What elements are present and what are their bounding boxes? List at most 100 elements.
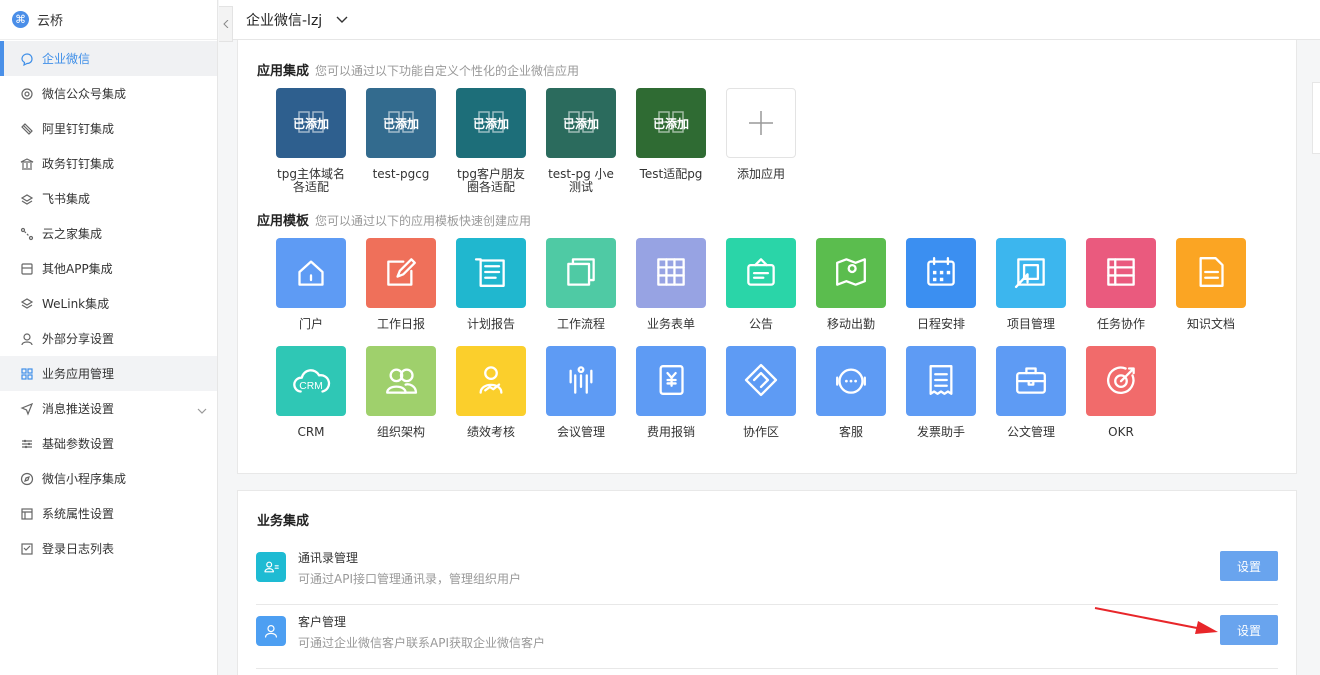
template-tile[interactable]: 业务表单 [636,238,706,331]
template-tile[interactable]: 组织架构 [366,346,436,439]
app-thumbnail: 已添加 [456,88,526,158]
added-badge: 已添加 [562,117,599,131]
template-tile[interactable]: 任务协作 [1086,238,1156,331]
template-tile[interactable]: 知识文档 [1176,238,1246,331]
add-app-tile[interactable]: 添加应用 [726,88,796,181]
template-icon-box [636,346,706,416]
sidebar-item[interactable]: 系统属性设置 [0,496,217,531]
template-icon-box [546,346,616,416]
project-icon [1008,249,1054,298]
apps-panel: 应用集成 您可以通过以下功能自定义个性化的企业微信应用 已添加 tpg主体域名各适配… [237,40,1297,474]
annotation-arrow-icon [1094,607,1218,634]
add-app-button[interactable] [726,88,796,158]
plus-icon [749,111,773,135]
app-integration-subtitle: 您可以通过以下功能自定义个性化的企业微信应用 [315,64,580,78]
sidebar-item[interactable]: WeLink集成 [0,286,217,321]
template-tile[interactable]: CRM CRM [276,346,346,439]
sidebar-item-label: 企业微信 [42,52,91,66]
template-label: 发票助手 [916,425,965,439]
sidebar-item[interactable]: 微信小程序集成 [0,461,217,496]
sidebar-item[interactable]: 外部分享设置 [0,321,217,356]
app-label: test-pg 小e测试 [548,167,614,194]
business-row-description: 可通过API接口管理通讯录，管理组织用户 [298,572,521,586]
added-app-tile[interactable]: 已添加 tpg客户朋友圈各适配 [456,88,526,194]
template-tile[interactable]: 绩效考核 [456,346,526,439]
template-tile[interactable]: 公告 [726,238,796,331]
template-tile[interactable]: 项目管理 [996,238,1066,331]
template-tile[interactable]: 费用报销 [636,346,706,439]
template-label: 项目管理 [1006,317,1055,331]
sidebar-item[interactable]: 飞书集成 [0,181,217,216]
template-label: 协作区 [742,425,779,439]
corp-selector[interactable]: 企业微信-lzj [246,10,348,30]
sidebar-collapse-handle[interactable] [219,6,233,42]
sidebar-item[interactable]: 云之家集成 [0,216,217,251]
template-icon-box [816,346,886,416]
share-icon [20,227,34,241]
template-tile[interactable]: 工作日报 [366,238,436,331]
template-tile[interactable]: 日程安排 [906,238,976,331]
right-edge-panel [1312,82,1320,154]
expense-icon [648,357,694,406]
app-label: Test适配pg [639,167,703,181]
template-icon-box: CRM [276,346,346,416]
app-label: tpg客户朋友圈各适配 [457,167,525,194]
template-tile[interactable]: 协作区 [726,346,796,439]
added-badge: 已添加 [382,117,419,131]
chevron-left-icon [222,20,228,28]
added-badge: 已添加 [472,117,509,131]
sidebar-item[interactable]: 微信公众号集成 [0,76,217,111]
sidebar-item-label: 外部分享设置 [42,332,115,346]
chevron-down-icon [197,403,207,417]
sidebar-item[interactable]: 企业微信 [0,41,217,76]
sidebar-item-label: WeLink集成 [42,297,110,311]
template-tile[interactable]: 会议管理 [546,346,616,439]
template-label: 工作流程 [556,317,605,331]
calendar-icon [918,249,964,298]
layers-icon [20,297,34,311]
sidebar-item[interactable]: 业务应用管理 [0,356,217,391]
added-app-tile[interactable]: 已添加 Test适配pg [636,88,706,181]
template-tile[interactable]: 移动出勤 [816,238,886,331]
sidebar-item[interactable]: 其他APP集成 [0,251,217,286]
sidebar-item[interactable]: 消息推送设置 [0,391,217,426]
template-label: CRM [297,425,325,439]
template-icon-box [366,238,436,308]
template-label: 绩效考核 [466,425,515,439]
template-tile[interactable]: 工作流程 [546,238,616,331]
added-app-tile[interactable]: 已添加 test-pgcg [366,88,436,181]
sidebar-item-label: 业务应用管理 [42,367,115,381]
added-app-tile[interactable]: 已添加 test-pg 小e测试 [546,88,616,194]
map-pin-icon [828,249,874,298]
sidebar-item-label: 微信小程序集成 [42,472,127,486]
added-badge: 已添加 [652,117,689,131]
chevron-down-icon [336,16,348,23]
template-tile[interactable]: 公文管理 [996,346,1066,439]
template-tile[interactable]: 发票助手 [906,346,976,439]
business-settings-button[interactable]: 设置 [1220,551,1278,581]
template-tile[interactable]: OKR [1086,346,1156,439]
table-icon [648,249,694,298]
business-title: 业务集成 [257,514,310,529]
template-icon-box [366,346,436,416]
sidebar-item[interactable]: 政务钉钉集成 [0,146,217,181]
app-integration-heading: 应用集成 您可以通过以下功能自定义个性化的企业微信应用 [257,60,579,79]
brand-logo-icon: ⌘ [12,11,29,28]
templates-heading: 应用模板 您可以通过以下的应用模板快速创建应用 [257,210,531,229]
meeting-icon [558,357,604,406]
template-icon-box [906,238,976,308]
template-tile[interactable]: 计划报告 [456,238,526,331]
template-tile[interactable]: 客服 [816,346,886,439]
compass-icon [20,472,34,486]
contacts-icon [256,552,286,582]
sidebar-item-label: 基础参数设置 [42,437,115,451]
business-row-description: 可通过企业微信客户联系API获取企业微信客户 [298,636,545,650]
sidebar-item[interactable]: 阿里钉钉集成 [0,111,217,146]
template-tile[interactable]: 门户 [276,238,346,331]
sidebar-item[interactable]: 基础参数设置 [0,426,217,461]
added-app-tile[interactable]: 已添加 tpg主体域名各适配 [276,88,346,194]
business-settings-button[interactable]: 设置 [1220,615,1278,645]
people-icon [378,357,424,406]
sidebar-item[interactable]: 登录日志列表 [0,531,217,566]
sidebar-item-label: 微信公众号集成 [42,87,127,101]
